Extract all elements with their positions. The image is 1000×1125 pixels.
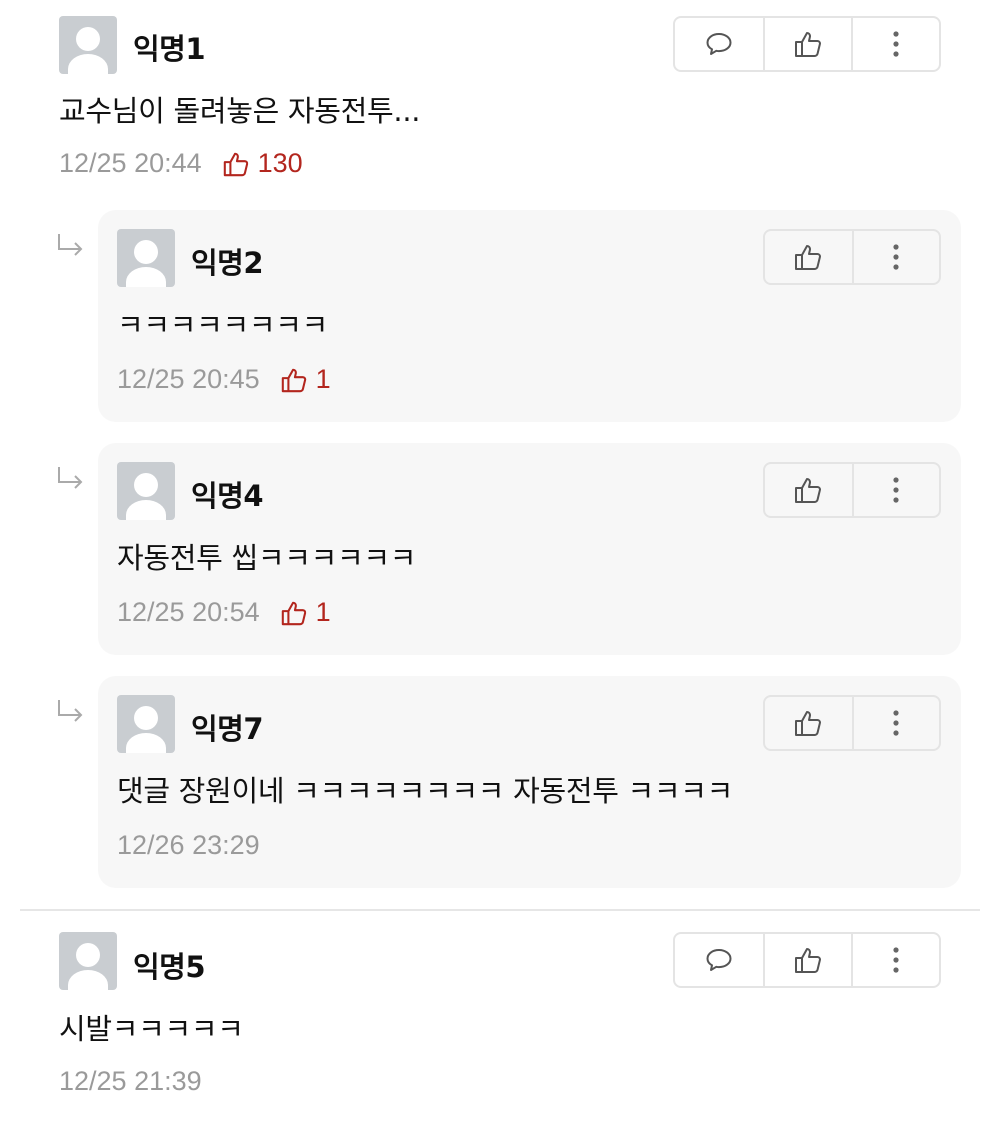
more-vertical-icon [893, 31, 899, 57]
thumbs-up-icon [281, 601, 306, 625]
reply-item: 익명2 ㅋㅋㅋㅋㅋㅋㅋㅋ 12/25 20:45 1 [98, 210, 961, 422]
reply-arrow-icon [58, 234, 83, 256]
comment-item: 익명1 교수님이 돌려놓은 자동전투... 12/25 20:44 130 [0, 0, 1000, 200]
like-button[interactable] [763, 18, 851, 70]
reply-author: 익명4 [191, 479, 264, 513]
reply-actions [763, 695, 941, 751]
reply-meta: 12/25 20:45 1 [117, 364, 331, 395]
more-button[interactable] [851, 934, 939, 986]
like-button[interactable] [765, 697, 852, 749]
reply-button[interactable] [675, 18, 763, 70]
thumbs-up-icon [795, 948, 821, 973]
like-count-value: 1 [315, 364, 331, 394]
reply-time: 12/26 23:29 [117, 830, 260, 860]
more-vertical-icon [893, 244, 900, 270]
comment-icon [706, 33, 732, 55]
more-vertical-icon [893, 710, 900, 736]
comment-meta: 12/25 20:44 130 [59, 148, 303, 179]
reply-actions [763, 462, 941, 518]
comment-actions [673, 932, 941, 988]
like-count: 130 [222, 148, 303, 179]
more-button[interactable] [851, 231, 939, 283]
reply-meta: 12/25 20:54 1 [117, 597, 331, 628]
thumbs-up-icon [795, 245, 822, 270]
like-count-value: 1 [315, 597, 331, 627]
thumbs-up-icon [281, 368, 306, 392]
reply-item: 익명4 자동전투 씹ㅋㅋㅋㅋㅋㅋ 12/25 20:54 1 [98, 443, 961, 655]
more-vertical-icon [893, 947, 899, 973]
divider [20, 909, 980, 911]
reply-actions [763, 229, 941, 285]
reply-author: 익명7 [191, 712, 264, 746]
comment-item: 익명5 시발ㅋㅋㅋㅋㅋ 12/25 21:39 [0, 916, 1000, 1125]
reply-time: 12/25 20:45 [117, 364, 260, 394]
like-count: 1 [280, 597, 331, 628]
reply-arrow-icon [58, 700, 83, 722]
reply-author: 익명2 [191, 246, 264, 280]
comment-icon [706, 949, 732, 971]
reply-text: 자동전투 씹ㅋㅋㅋㅋㅋㅋ [117, 541, 417, 575]
more-button[interactable] [851, 18, 939, 70]
comment-time: 12/25 21:39 [59, 1066, 202, 1096]
like-button[interactable] [763, 934, 851, 986]
thumbs-up-icon [795, 478, 822, 503]
avatar[interactable] [59, 932, 117, 990]
reply-button[interactable] [675, 934, 763, 986]
like-button[interactable] [765, 231, 852, 283]
comment-actions [673, 16, 941, 72]
comment-time: 12/25 20:44 [59, 148, 202, 178]
thumbs-up-icon [795, 32, 821, 57]
avatar[interactable] [59, 16, 117, 74]
comment-meta: 12/25 21:39 [59, 1066, 202, 1097]
avatar[interactable] [117, 229, 175, 287]
like-button[interactable] [765, 464, 852, 516]
like-count: 1 [280, 364, 331, 395]
reply-time: 12/25 20:54 [117, 597, 260, 627]
comment-author: 익명1 [133, 32, 206, 66]
avatar[interactable] [117, 695, 175, 753]
more-vertical-icon [893, 477, 900, 503]
more-button[interactable] [851, 464, 939, 516]
thumbs-up-icon [795, 711, 822, 736]
more-button[interactable] [851, 697, 939, 749]
reply-item: 익명7 댓글 장원이네 ㅋㅋㅋㅋㅋㅋㅋㅋ 자동전투 ㅋㅋㅋㅋ 12/26 23:… [98, 676, 961, 888]
comment-text: 교수님이 돌려놓은 자동전투... [59, 94, 421, 128]
avatar[interactable] [117, 462, 175, 520]
thumbs-up-icon [223, 152, 248, 176]
like-count-value: 130 [257, 148, 303, 178]
reply-arrow-icon [58, 467, 83, 489]
comment-author: 익명5 [133, 950, 206, 984]
reply-meta: 12/26 23:29 [117, 830, 260, 861]
reply-text: 댓글 장원이네 ㅋㅋㅋㅋㅋㅋㅋㅋ 자동전투 ㅋㅋㅋㅋ [117, 774, 734, 808]
comment-text: 시발ㅋㅋㅋㅋㅋ [59, 1012, 244, 1046]
reply-text: ㅋㅋㅋㅋㅋㅋㅋㅋ [117, 308, 329, 342]
